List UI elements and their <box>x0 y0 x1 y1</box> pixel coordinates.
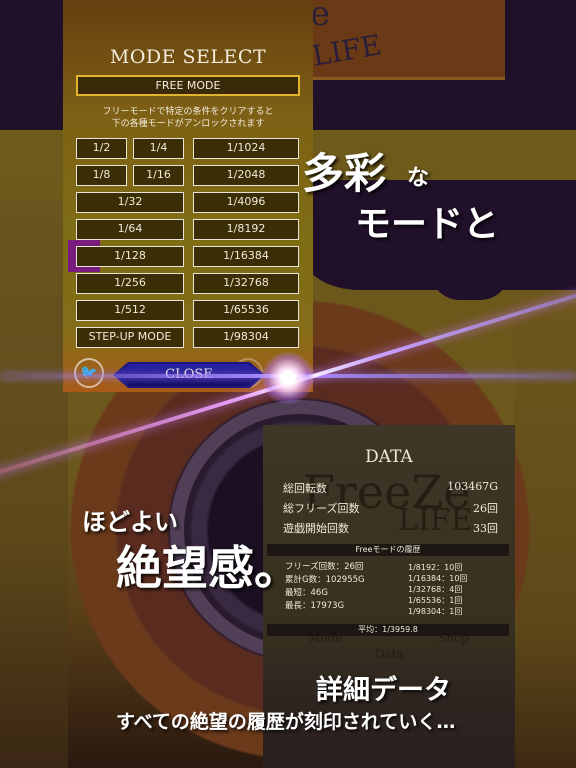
logo-text: LIFE <box>309 28 384 73</box>
mode-button-1-256[interactable]: 1/256 <box>76 273 184 294</box>
mode-button-1-2048[interactable]: 1/2048 <box>193 165 299 186</box>
mode-button-1-512[interactable]: 1/512 <box>76 300 184 321</box>
logo-text: e <box>310 0 331 34</box>
stat-row: 遊戯開始回数 33回 <box>283 522 498 535</box>
mode-description: フリーモードで特定の条件をクリアすると 下の各種モードがアンロックされます <box>102 107 274 129</box>
caption-colorful-na: な <box>407 166 430 191</box>
history-count: 1/32768：4回 <box>408 585 463 594</box>
history-count: 1/16384：10回 <box>408 574 468 583</box>
mode-button-1-4[interactable]: 1/4 <box>133 138 184 159</box>
stat-row: 総回転数 103467G <box>283 480 498 495</box>
data-title: DATA <box>365 447 413 467</box>
history-stat: 最長：17973G <box>285 601 345 611</box>
mode-button-1-32[interactable]: 1/32 <box>76 192 184 213</box>
history-header: Freeモードの履歴 <box>267 544 509 556</box>
history-count: 1/8192：10回 <box>408 563 463 572</box>
mode-button-1-65536[interactable]: 1/65536 <box>193 300 299 321</box>
mode-button-1-4096[interactable]: 1/4096 <box>193 192 299 213</box>
mode-button-1-64[interactable]: 1/64 <box>76 219 184 240</box>
mode-select-title: MODE SELECT <box>109 46 267 68</box>
caption-detailed-data: 詳細データ <box>316 675 451 706</box>
mode-button-1-1024[interactable]: 1/1024 <box>193 138 299 159</box>
mode-button-1-2[interactable]: 1/2 <box>76 138 127 159</box>
caption-colorful: 多彩 <box>302 149 387 198</box>
promo-screenshot: e LIFE MODE SELECT FREE MODE フリーモードで特定の条… <box>0 0 576 768</box>
history-count: 1/65536：1回 <box>408 596 463 605</box>
background-left-ornament <box>0 200 68 768</box>
mode-button-1-8192[interactable]: 1/8192 <box>193 219 299 240</box>
caption-modes: モードと <box>355 204 500 245</box>
step-up-mode-button[interactable]: STEP-UP MODE <box>76 327 184 348</box>
caption-despair: 絶望感。 <box>116 541 300 595</box>
mode-button-1-32768[interactable]: 1/32768 <box>193 273 299 294</box>
history-count: 1/98304：1回 <box>408 607 463 616</box>
background-purple-wave <box>430 250 510 300</box>
mode-button-1-8[interactable]: 1/8 <box>76 165 127 186</box>
free-mode-button[interactable]: FREE MODE <box>76 75 300 96</box>
stat-row: 総フリーズ回数 26回 <box>283 502 498 515</box>
caption-history: すべての絶望の履歴が刻印されていく… <box>116 711 456 733</box>
twitter-icon[interactable]: 🐦 <box>74 358 104 388</box>
mode-button-1-98304[interactable]: 1/98304 <box>193 327 299 348</box>
mode-button-1-128[interactable]: 1/128 <box>76 246 184 267</box>
mode-button-1-16384[interactable]: 1/16384 <box>193 246 299 267</box>
average-bar: 平均：1/3959.8 <box>267 624 509 636</box>
light-flare-core <box>262 352 314 404</box>
mode-button-1-16[interactable]: 1/16 <box>133 165 184 186</box>
logo-banner: e LIFE <box>300 0 505 80</box>
